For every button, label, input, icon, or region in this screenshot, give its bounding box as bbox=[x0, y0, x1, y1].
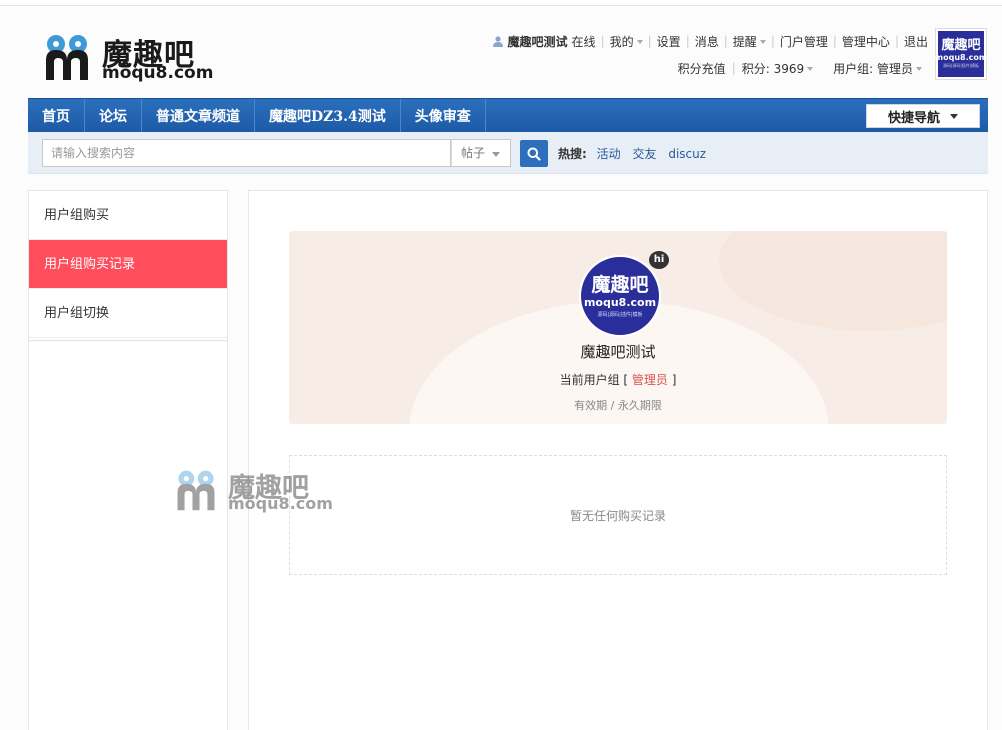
user-icon bbox=[492, 35, 503, 47]
chevron-down-icon bbox=[759, 40, 766, 44]
search-icon bbox=[527, 147, 541, 161]
divider bbox=[29, 338, 227, 341]
divider: | bbox=[770, 34, 775, 48]
logo-mascot-icon bbox=[46, 35, 88, 80]
divider: | bbox=[647, 34, 652, 48]
reminders-link[interactable]: 提醒 bbox=[733, 33, 766, 50]
profile-usergroup: 当前用户组 [ 管理员 ] bbox=[289, 371, 947, 388]
logout-link[interactable]: 退出 bbox=[904, 33, 928, 50]
search-button[interactable] bbox=[520, 140, 548, 167]
reminders-label: 提醒 bbox=[732, 34, 757, 49]
search-type-select[interactable]: 帖子 bbox=[451, 139, 511, 167]
messages-link[interactable]: 消息 bbox=[695, 33, 719, 50]
divider: | bbox=[600, 34, 605, 48]
logo-text-en: moqu8.com bbox=[102, 63, 214, 83]
divider: | bbox=[685, 34, 690, 48]
purchase-records-empty: 暂无任何购买记录 bbox=[289, 455, 947, 575]
points-menu[interactable]: 积分: 3969 bbox=[741, 60, 814, 77]
profile-avatar[interactable]: 魔趣吧 moqu8.com 源码|源码|插件|模板 bbox=[579, 255, 661, 337]
nav-item-articles[interactable]: 普通文章频道 bbox=[142, 99, 255, 132]
main-nav: 首页 论坛 普通文章频道 魔趣吧DZ3.4测试 头像审查 快捷导航 bbox=[28, 98, 988, 132]
main-panel: 魔趣吧 moqu8.com 源码|源码|插件|模板 hi 魔趣吧测试 当前用户组… bbox=[248, 190, 988, 730]
profile-username: 魔趣吧测试 bbox=[580, 343, 656, 361]
header-avatar-text: 魔趣吧 bbox=[941, 38, 981, 53]
nav-item-home[interactable]: 首页 bbox=[28, 99, 85, 132]
chevron-down-icon bbox=[807, 67, 814, 71]
chevron-down-icon bbox=[916, 67, 922, 71]
usergroup-menu[interactable]: 用户组: 管理员 bbox=[833, 60, 922, 77]
divider: | bbox=[731, 61, 736, 75]
site-logo[interactable]: 魔趣吧 moqu8.com bbox=[42, 30, 222, 84]
profile-card: 魔趣吧 moqu8.com 源码|源码|插件|模板 hi 魔趣吧测试 当前用户组… bbox=[289, 231, 947, 424]
top-strip bbox=[0, 0, 1002, 6]
watermark-mascot-icon bbox=[177, 470, 215, 511]
card-decoration bbox=[719, 231, 947, 331]
divider: | bbox=[894, 34, 899, 48]
sidebar-menu: 用户组购买 用户组购买记录 用户组切换 bbox=[28, 190, 228, 730]
hi-badge-icon: hi bbox=[649, 251, 669, 269]
usergroup-name: 管理员 bbox=[631, 373, 668, 387]
points-label: 积分: 3969 bbox=[741, 61, 805, 76]
nav-item-avatar-review[interactable]: 头像审查 bbox=[401, 99, 486, 132]
hot-search-label: 热搜: bbox=[558, 147, 587, 161]
my-menu-link[interactable]: 我的 bbox=[610, 33, 643, 50]
header-avatar-tagline: 源码|源码|插件|模板 bbox=[942, 63, 980, 68]
empty-message: 暂无任何购买记录 bbox=[569, 508, 666, 523]
nav-item-forum[interactable]: 论坛 bbox=[85, 99, 142, 132]
chevron-down-icon bbox=[950, 113, 958, 119]
chevron-down-icon bbox=[636, 40, 643, 44]
watermark-text-en: moqu8.com bbox=[228, 494, 333, 513]
hot-search-link[interactable]: 活动 bbox=[597, 147, 621, 161]
usergroup-prefix: 当前用户组 [ bbox=[559, 373, 629, 387]
chevron-down-icon bbox=[492, 152, 500, 157]
sidebar-item-purchase-records[interactable]: 用户组购买记录 bbox=[29, 240, 227, 289]
portal-admin-link[interactable]: 门户管理 bbox=[780, 33, 828, 50]
search-type-label: 帖子 bbox=[461, 146, 486, 160]
hot-searches: 热搜: 活动 交友 discuz bbox=[558, 145, 714, 162]
usergroup-suffix: ] bbox=[671, 373, 677, 387]
my-menu-label: 我的 bbox=[609, 34, 634, 49]
header-avatar-domain: moqu8.com bbox=[934, 53, 988, 62]
watermark-logo: 魔趣吧 moqu8.com bbox=[174, 466, 344, 516]
user-stats: 积分充值 | 积分: 3969 用户组: 管理员 bbox=[678, 60, 922, 76]
profile-avatar-domain: moqu8.com bbox=[583, 295, 657, 309]
quick-nav-label: 快捷导航 bbox=[887, 110, 940, 126]
header-avatar-image: 魔趣吧 moqu8.com 源码|源码|插件|模板 bbox=[934, 31, 988, 77]
hot-search-link[interactable]: 交友 bbox=[632, 147, 656, 161]
profile-validity: 有效期 / 永久期限 bbox=[574, 399, 662, 412]
settings-link[interactable]: 设置 bbox=[657, 33, 681, 50]
username-link[interactable]: 魔趣吧测试 bbox=[508, 33, 568, 50]
profile-avatar-tagline: 源码|源码|插件|模板 bbox=[597, 311, 643, 318]
online-status: 在线 bbox=[571, 34, 596, 49]
quick-nav-button[interactable]: 快捷导航 bbox=[866, 104, 980, 128]
profile-avatar-text: 魔趣吧 bbox=[591, 273, 649, 296]
search-bar: 请输入搜索内容 帖子 热搜: 活动 交友 discuz bbox=[28, 132, 988, 174]
user-links: 魔趣吧测试 在线 | 我的 | 设置 | 消息 | 提醒 | 门户管理 | 管理… bbox=[492, 33, 928, 50]
search-input[interactable]: 请输入搜索内容 bbox=[42, 139, 451, 167]
hot-search-link[interactable]: discuz bbox=[668, 147, 706, 161]
recharge-link[interactable]: 积分充值 bbox=[678, 60, 726, 77]
sidebar-item-group-purchase[interactable]: 用户组购买 bbox=[29, 191, 227, 240]
usergroup-label: 用户组: 管理员 bbox=[833, 61, 913, 76]
header-avatar[interactable]: 魔趣吧 moqu8.com 源码|源码|插件|模板 bbox=[935, 28, 987, 80]
admin-center-link[interactable]: 管理中心 bbox=[842, 33, 890, 50]
sidebar-item-group-switch[interactable]: 用户组切换 bbox=[29, 289, 227, 338]
nav-item-dz-test[interactable]: 魔趣吧DZ3.4测试 bbox=[255, 99, 401, 132]
divider: | bbox=[723, 34, 728, 48]
divider: | bbox=[832, 34, 837, 48]
